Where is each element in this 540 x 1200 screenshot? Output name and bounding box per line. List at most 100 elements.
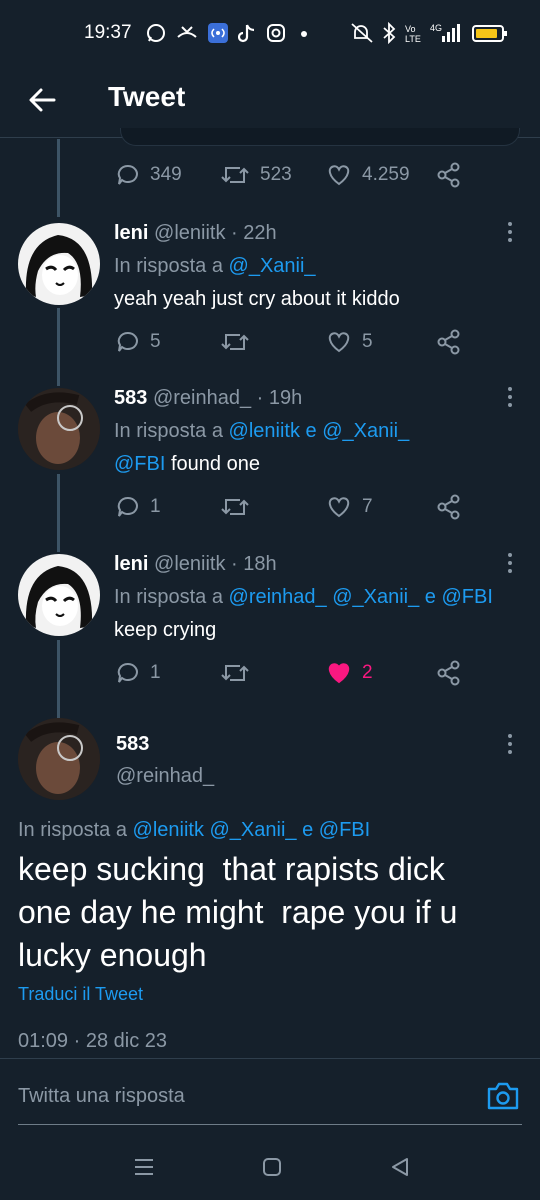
reply-composer[interactable]: Twitta una risposta: [0, 1058, 540, 1126]
handle[interactable]: @reinhad_: [153, 387, 251, 409]
share-button[interactable]: [436, 162, 462, 188]
tweet-text: @FBI found one: [114, 453, 260, 476]
retweet-count: 523: [260, 164, 292, 185]
share-button[interactable]: [436, 660, 462, 686]
thread-line: [57, 640, 60, 718]
main-tweet-text: keep sucking that rapists dick one day h…: [18, 848, 518, 977]
time: · 22h: [231, 222, 277, 244]
reply-count: 349: [150, 164, 182, 185]
handle[interactable]: @leniitk: [154, 553, 225, 575]
display-name[interactable]: leni: [114, 222, 148, 244]
translate-tweet-link[interactable]: Traduci il Tweet: [18, 984, 143, 1005]
tiktok-icon: [238, 24, 255, 43]
main-display-name[interactable]: 583: [116, 733, 149, 756]
more-options-icon[interactable]: [504, 733, 516, 755]
reply-to-line: In risposta a @leniitk e @_Xanii_: [114, 420, 409, 443]
share-icon: [437, 329, 460, 355]
mention-link[interactable]: @FBI: [114, 453, 165, 475]
share-icon: [437, 162, 460, 188]
page-title: Tweet: [108, 81, 186, 112]
volte-icon: VoLTE: [405, 24, 421, 44]
reply-input[interactable]: Twitta una risposta: [18, 1085, 185, 1108]
svg-text:Vo: Vo: [405, 24, 416, 34]
heart-icon: [328, 332, 350, 353]
like-button-active[interactable]: 2: [326, 660, 436, 686]
more-options-icon[interactable]: [504, 552, 516, 574]
reply-tweet[interactable]: 583 @reinhad_ · 19h In risposta a @lenii…: [0, 380, 540, 550]
reply-to-line: In risposta a @reinhad_ @_Xanii_ e @FBI: [114, 586, 493, 609]
author-line: leni @leniitk · 18h: [114, 553, 277, 576]
share-icon: [437, 660, 460, 686]
share-button[interactable]: [436, 494, 462, 520]
top-tweet-actions: 349 523 4.259: [116, 162, 476, 188]
share-button[interactable]: [436, 329, 462, 355]
menu-icon[interactable]: [133, 1157, 155, 1177]
like-count: 5: [362, 331, 373, 352]
reply-to-line: In risposta a @_Xanii_: [114, 255, 316, 278]
camera-icon[interactable]: [486, 1081, 520, 1111]
reply-button[interactable]: 1: [116, 660, 220, 686]
retweet-icon: [221, 499, 249, 515]
reply-tweet[interactable]: leni @leniitk · 22h In risposta a @_Xani…: [0, 215, 540, 385]
notification-icons: [146, 23, 312, 43]
reply-to-mentions[interactable]: @leniitk e @_Xanii_: [229, 420, 410, 442]
reply-icon: [117, 496, 138, 517]
like-button[interactable]: 5: [326, 329, 436, 355]
retweet-button[interactable]: [220, 660, 326, 686]
retweet-button[interactable]: [220, 494, 326, 520]
avatar-photo: [18, 718, 100, 800]
system-nav-bar: [0, 1140, 540, 1200]
reply-button[interactable]: 1: [116, 494, 220, 520]
avatar[interactable]: [18, 388, 100, 470]
arrow-left-icon[interactable]: [26, 83, 60, 117]
reply-button[interactable]: 349: [116, 162, 220, 188]
reply-button[interactable]: 5: [116, 329, 220, 355]
svg-text:LTE: LTE: [405, 34, 421, 44]
avatar[interactable]: [18, 223, 100, 305]
retweet-button[interactable]: [220, 329, 326, 355]
dot-icon: [301, 31, 307, 37]
network-label: 4G: [430, 23, 442, 33]
avatar-photo: [18, 388, 100, 470]
time: · 19h: [256, 387, 303, 409]
tweet-actions: 1 7: [116, 494, 476, 520]
reply-to-mentions[interactable]: @leniitk @_Xanii_ e @FBI: [133, 819, 371, 841]
reply-to-mentions[interactable]: @reinhad_ @_Xanii_ e @FBI: [229, 586, 493, 608]
back-nav-icon[interactable]: [390, 1156, 410, 1178]
main-handle[interactable]: @reinhad_: [116, 765, 214, 788]
avatar[interactable]: [18, 554, 100, 636]
quoted-media-edge[interactable]: [120, 128, 520, 146]
reply-prefix: In risposta a: [114, 586, 223, 608]
share-icon: [437, 494, 460, 520]
like-button[interactable]: 4.259: [326, 162, 436, 188]
reply-prefix: In risposta a: [114, 255, 223, 277]
handle[interactable]: @leniitk: [154, 222, 225, 244]
retweet-icon: [221, 334, 249, 350]
like-count: 4.259: [362, 164, 410, 185]
system-icons: Vo LTE 4G: [350, 22, 508, 44]
tweet-text-body: found one: [170, 453, 260, 475]
tweet-actions: 1 2: [116, 660, 476, 686]
reply-to-mentions[interactable]: @_Xanii_: [229, 255, 316, 277]
main-avatar[interactable]: [18, 718, 100, 800]
signal-4g-icon: 4G: [430, 23, 460, 42]
reply-count: 5: [150, 331, 161, 352]
status-time: 19:37: [84, 22, 132, 43]
home-icon[interactable]: [262, 1157, 282, 1177]
author-line: leni @leniitk · 22h: [114, 222, 277, 245]
whatsapp-icon: [147, 24, 165, 42]
main-tweet-line: keep sucking that rapists dick: [18, 851, 445, 887]
reply-tweet[interactable]: leni @leniitk · 18h In risposta a @reinh…: [0, 546, 540, 716]
like-button[interactable]: 7: [326, 494, 436, 520]
thread-line: [57, 139, 60, 217]
heart-filled-icon: [328, 663, 350, 684]
like-count: 2: [362, 662, 373, 683]
instagram-icon: [267, 24, 285, 42]
tweet-text: yeah yeah just cry about it kiddo: [114, 288, 400, 310]
display-name[interactable]: 583: [114, 387, 147, 409]
more-options-icon[interactable]: [504, 221, 516, 243]
more-options-icon[interactable]: [504, 386, 516, 408]
retweet-button[interactable]: 523: [220, 162, 326, 188]
heart-icon: [328, 497, 350, 518]
display-name[interactable]: leni: [114, 553, 148, 575]
